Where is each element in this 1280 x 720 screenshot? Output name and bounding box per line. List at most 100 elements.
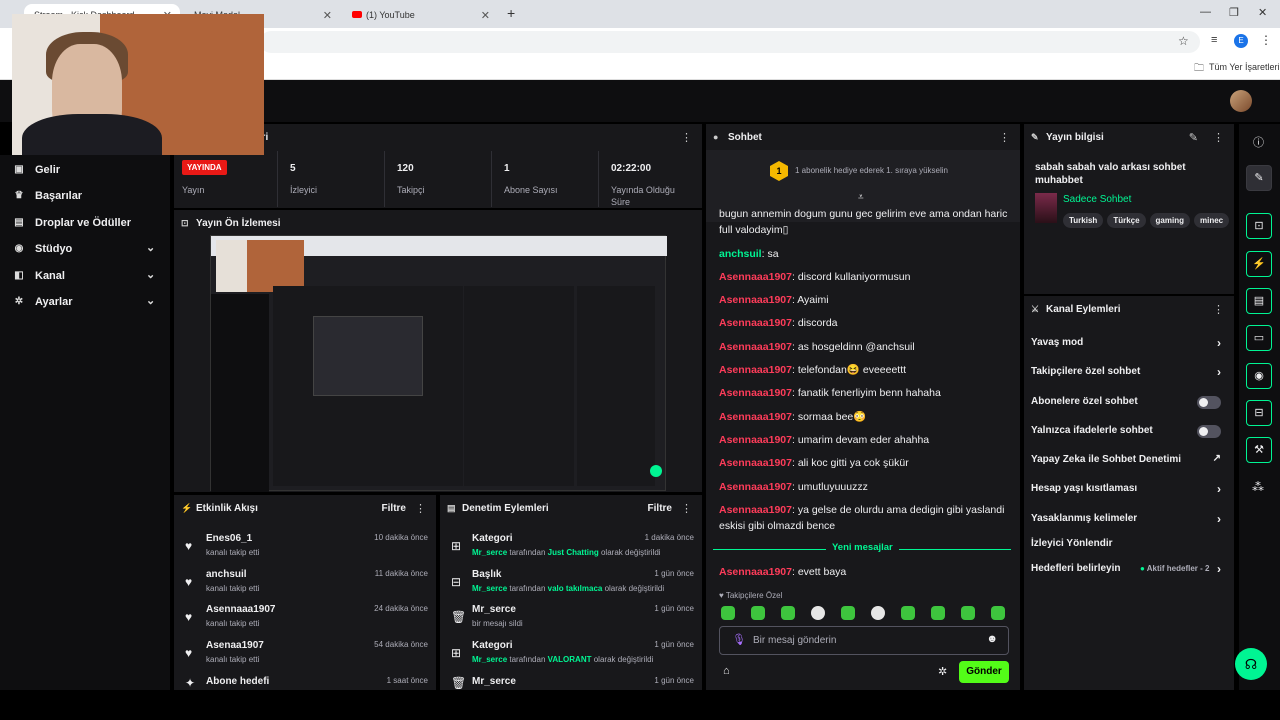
preview-sidebar	[211, 294, 269, 492]
collapse-icon[interactable]: ⩡	[858, 192, 864, 203]
action-slow-mode[interactable]: Yavaş mod ›	[1031, 336, 1231, 357]
support-icon[interactable]: ☊	[1235, 648, 1267, 680]
chevron-right-icon: ›	[1217, 482, 1221, 496]
menu-icon[interactable]: ⋮	[1260, 33, 1272, 47]
preview-chat	[464, 286, 574, 486]
emote[interactable]	[901, 606, 915, 620]
tag[interactable]: minec	[1194, 213, 1230, 228]
stream-title: sabah sabah valo arkası sohbet muhabbet	[1035, 162, 1186, 186]
emote[interactable]	[961, 606, 975, 620]
stream-info-title: ✎ Yayın bilgisi	[1031, 132, 1104, 143]
action-followers-only[interactable]: Takipçilere özel sohbet ›	[1031, 365, 1231, 386]
edit-icon[interactable]: ✎	[1189, 131, 1198, 144]
emoji-icon[interactable]: ☻	[986, 633, 998, 645]
more-icon[interactable]: ⋮	[681, 502, 692, 515]
title-icon: ⊟	[451, 575, 462, 589]
chat-input[interactable]: 🎙 Bir mesaj gönderin ☻	[719, 626, 1009, 655]
more-icon[interactable]: ⋮	[415, 502, 426, 515]
info-icon[interactable]: ⓘ	[1253, 134, 1264, 150]
chevron-right-icon: ›	[1217, 336, 1221, 350]
preview-support-icon	[650, 465, 662, 477]
close-icon[interactable]: ✕	[481, 9, 490, 22]
mic-icon[interactable]: 🎙	[732, 633, 746, 646]
filter-button[interactable]: Filtre	[382, 503, 406, 514]
list-item: ⊞ Kategori Mr_serce tarafından Just Chatti…	[451, 533, 694, 557]
restore-icon[interactable]: ❐	[1229, 6, 1239, 19]
playlist-icon[interactable]: ≡	[1211, 34, 1217, 46]
more-icon[interactable]: ⋮	[1213, 303, 1224, 316]
tag[interactable]: gaming	[1149, 213, 1190, 228]
emote[interactable]	[871, 606, 885, 620]
chevron-down-icon: ⌄	[146, 269, 156, 281]
preview-left-column	[273, 286, 463, 486]
toggle-switch[interactable]	[1197, 425, 1221, 438]
list-item: ✦ Abone hedefi 1 saat önce	[185, 676, 428, 690]
sidebar-item-studyo[interactable]: ◉ Stüdyo ⌄	[0, 236, 170, 262]
close-icon[interactable]: ✕	[323, 9, 332, 22]
action-ai-moderation[interactable]: Yapay Zeka ile Sohbet Denetimi ↗	[1031, 453, 1231, 474]
emote[interactable]	[841, 606, 855, 620]
emote[interactable]	[931, 606, 945, 620]
filter-button[interactable]: Filtre	[648, 503, 672, 514]
sidebar-item-droplar[interactable]: ▤ Droplar ve Ödüller	[0, 210, 170, 236]
studio-icon: ◉	[14, 243, 24, 254]
emote[interactable]	[781, 606, 795, 620]
toggle-switch[interactable]	[1197, 396, 1221, 409]
store-icon[interactable]: ⌂	[723, 665, 730, 677]
tab-youtube[interactable]: (1) YouTube ✕	[342, 4, 498, 28]
tag[interactable]: Turkish	[1063, 213, 1104, 228]
trash-icon: 🗑	[451, 676, 467, 690]
preview-right	[577, 286, 655, 486]
heart-icon: ♥	[185, 610, 193, 624]
wrench-icon: ✎	[1031, 132, 1039, 142]
chevron-right-icon: ›	[1217, 562, 1221, 576]
chat-message: Asennaaa1907: evett baya	[719, 566, 847, 578]
sidebar-item-gelir[interactable]: ▣ Gelir	[0, 157, 170, 183]
emote[interactable]	[721, 606, 735, 620]
more-icon[interactable]: ⋮	[999, 131, 1010, 144]
chevron-right-icon: ›	[1217, 365, 1221, 379]
apps-icon[interactable]: ⁂	[1252, 480, 1264, 494]
minimize-icon[interactable]: —	[1200, 6, 1211, 18]
live-badge: YAYINDA	[182, 160, 227, 175]
emote[interactable]	[751, 606, 765, 620]
wrench-icon[interactable]: ⚒	[1246, 437, 1272, 463]
send-button[interactable]: Gönder	[959, 661, 1009, 683]
sword-icon: ⚔	[1031, 304, 1040, 314]
bolt-icon[interactable]: ⚡	[1246, 251, 1272, 277]
document-icon[interactable]: ▤	[1246, 288, 1272, 314]
layout-icon[interactable]: ⊟	[1246, 400, 1272, 426]
avatar[interactable]	[1230, 90, 1252, 112]
action-goals[interactable]: Hedefleri belirleyin ● Aktif hedefler - 2…	[1031, 562, 1231, 583]
action-banned-words[interactable]: Yasaklanmış kelimeler ›	[1031, 512, 1231, 533]
webcam-overlay	[12, 14, 264, 155]
stat-subscribers: 1 Abone Sayısı	[492, 151, 599, 207]
action-emote-only: Yalnızca ifadelerle sohbet	[1031, 425, 1231, 445]
list-item: ⊞ Kategori Mr_serce tarafından VALORANT ol…	[451, 640, 694, 664]
more-icon[interactable]: ⋮	[1213, 131, 1224, 144]
bookmark-folder[interactable]: Tüm Yer İşaretleri	[1209, 62, 1280, 72]
action-raid[interactable]: İzleyici Yönlendir	[1031, 538, 1231, 558]
sidebar-item-kanal[interactable]: ◧ Kanal ⌄	[0, 263, 170, 289]
chat-message: Asennaaa1907: ya gelse de olurdu ama ded…	[719, 504, 1005, 532]
star-icon[interactable]: ☆	[1178, 34, 1189, 48]
new-tab-button[interactable]: +	[507, 5, 515, 21]
close-window-icon[interactable]: ✕	[1258, 6, 1267, 19]
broadcast-icon[interactable]: ◉	[1246, 363, 1272, 389]
more-icon[interactable]: ⋮	[681, 131, 692, 144]
url-field[interactable]	[260, 31, 1200, 53]
action-account-age[interactable]: Hesap yaşı kısıtlaması ›	[1031, 482, 1231, 503]
tag[interactable]: Türkçe	[1107, 213, 1146, 228]
category-link[interactable]: Sadece Sohbet	[1063, 194, 1131, 205]
preview-icon[interactable]: ⊡	[1246, 213, 1272, 239]
emote[interactable]	[811, 606, 825, 620]
edit-icon[interactable]: ✎	[1246, 165, 1272, 191]
profile-avatar[interactable]: E	[1234, 34, 1248, 48]
emote[interactable]	[991, 606, 1005, 620]
sidebar-item-ayarlar[interactable]: ✲ Ayarlar ⌄	[0, 289, 170, 315]
trophy-icon: ♛	[14, 190, 24, 201]
chat-icon[interactable]: ▭	[1246, 325, 1272, 351]
sidebar-item-basarilar[interactable]: ♛ Başarılar	[0, 183, 170, 209]
stream-preview[interactable]	[210, 235, 667, 492]
gear-icon[interactable]: ✲	[938, 665, 947, 678]
